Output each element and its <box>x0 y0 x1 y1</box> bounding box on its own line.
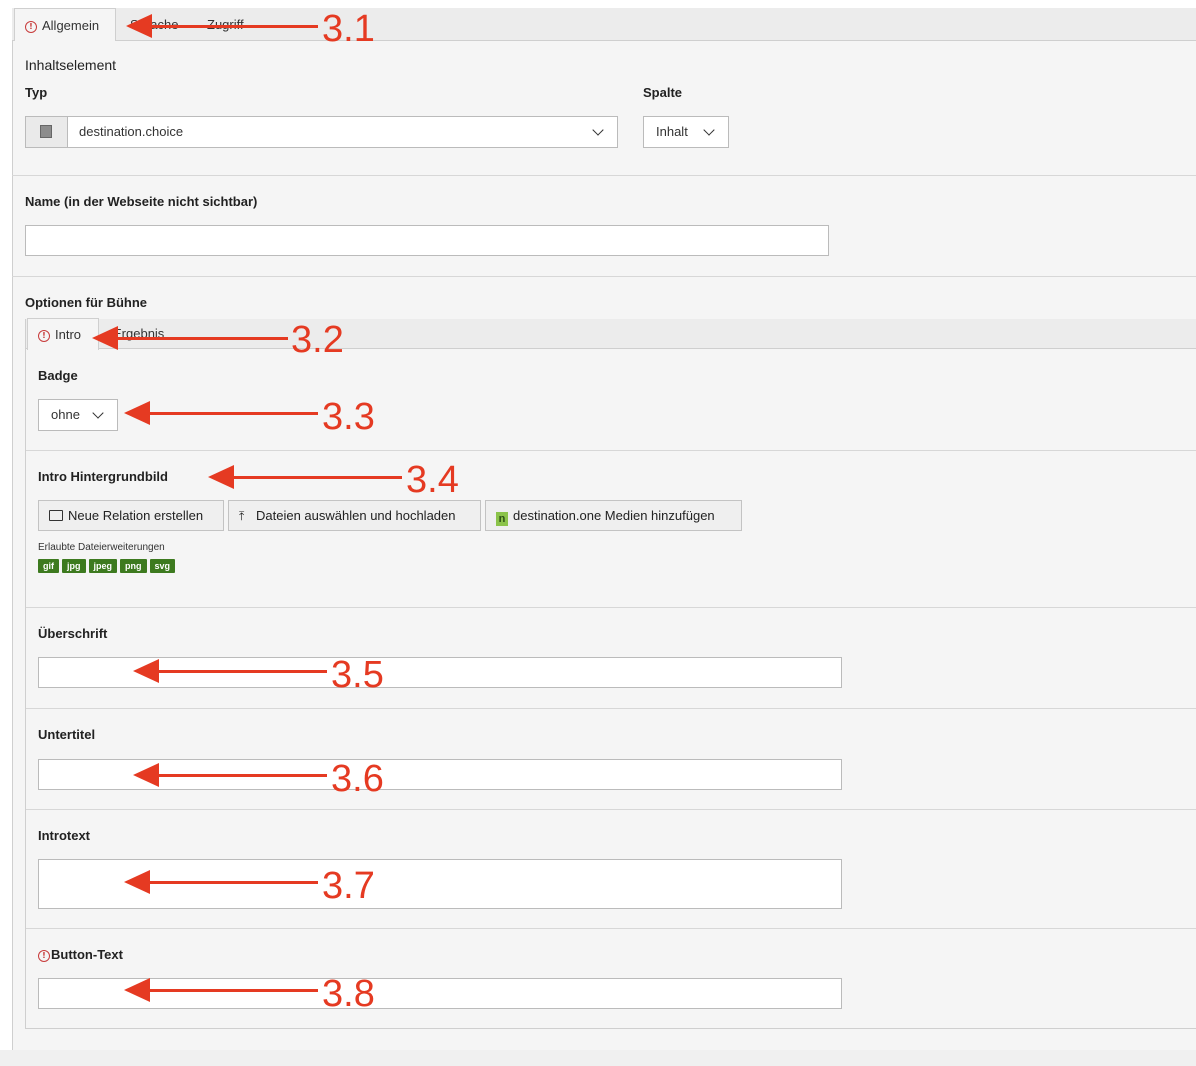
label-text: Button-Text <box>51 947 123 962</box>
divider <box>26 708 1196 709</box>
badge-value: ohne <box>51 407 80 422</box>
extension-badge: jpeg <box>88 559 118 573</box>
options-tabbar <box>25 319 1196 349</box>
warning-icon: ! <box>25 20 37 33</box>
extension-badges: gif jpg jpeg png svg <box>38 557 178 573</box>
arrow-shaft <box>232 476 402 479</box>
arrowhead <box>133 659 159 683</box>
annotation-label: 3.8 <box>322 973 375 1015</box>
extension-badge: svg <box>149 559 176 573</box>
chevron-down-icon <box>592 124 604 136</box>
divider <box>26 607 1196 608</box>
annotation-label: 3.4 <box>406 459 459 501</box>
options-label: Optionen für Bühne <box>25 295 148 310</box>
untertitel-label: Untertitel <box>38 727 96 742</box>
extension-badge: png <box>120 559 147 573</box>
button-text-input[interactable] <box>38 978 842 1009</box>
folder-icon <box>49 510 63 521</box>
spalte-label: Spalte <box>643 85 683 100</box>
allowed-extensions-label: Erlaubte Dateierweiterungen <box>38 542 165 553</box>
new-relation-button[interactable]: Neue Relation erstellen <box>38 500 224 531</box>
arrow-shaft <box>148 412 318 415</box>
upload-files-button[interactable]: ⤒ Dateien auswählen und hochladen <box>228 500 481 531</box>
button-text-label: ! Button-Text <box>38 947 123 962</box>
spalte-select[interactable]: Inhalt <box>643 116 729 148</box>
arrowhead <box>208 465 234 489</box>
ueberschrift-label: Überschrift <box>38 626 108 641</box>
arrowhead <box>133 763 159 787</box>
tab-intro[interactable]: ! Intro <box>27 318 99 350</box>
button-label: Dateien auswählen und hochladen <box>256 508 456 523</box>
warning-icon: ! <box>38 949 50 962</box>
introtext-label: Introtext <box>38 828 90 843</box>
arrowhead <box>126 14 152 38</box>
divider <box>26 809 1196 810</box>
arrow-shaft <box>157 670 327 673</box>
arrow-shaft <box>116 337 288 340</box>
typ-value: destination.choice <box>79 124 184 139</box>
annotation-label: 3.6 <box>331 758 384 800</box>
typ-select[interactable]: destination.choice <box>25 116 618 148</box>
tab-label: Intro <box>55 327 82 342</box>
content-type-icon <box>26 117 68 147</box>
arrowhead <box>124 870 150 894</box>
arrow-shaft <box>148 989 318 992</box>
introtext-textarea[interactable] <box>38 859 842 909</box>
arrow-shaft <box>157 774 327 777</box>
arrowhead <box>124 401 150 425</box>
intro-bg-label: Intro Hintergrundbild <box>38 469 168 484</box>
chevron-down-icon <box>703 124 715 136</box>
button-label: destination.one Medien hinzufügen <box>513 508 715 523</box>
typ-label: Typ <box>25 85 48 100</box>
badge-select[interactable]: ohne <box>38 399 118 431</box>
annotation-label: 3.5 <box>331 654 384 696</box>
divider <box>12 175 1196 176</box>
badge-label: Badge <box>38 368 78 383</box>
name-label: Name (in der Webseite nicht sichtbar) <box>25 194 258 209</box>
tab-label: Allgemein <box>42 18 100 33</box>
tab-allgemein[interactable]: ! Allgemein <box>14 8 116 41</box>
annotation-label: 3.2 <box>291 319 344 361</box>
arrow-shaft <box>148 881 318 884</box>
name-input[interactable] <box>25 225 829 256</box>
divider <box>12 276 1196 277</box>
section-title: Inhaltselement <box>25 57 117 73</box>
spalte-value: Inhalt <box>656 124 688 139</box>
arrowhead <box>124 978 150 1002</box>
chevron-down-icon <box>92 407 104 419</box>
annotation-label: 3.7 <box>322 865 375 907</box>
destination-one-icon: n <box>496 512 508 526</box>
annotation-label: 3.1 <box>322 8 375 50</box>
add-destination-media-button[interactable]: n destination.one Medien hinzufügen <box>485 500 742 531</box>
arrowhead <box>92 326 118 350</box>
warning-icon: ! <box>38 329 50 342</box>
divider <box>26 928 1196 929</box>
annotation-label: 3.3 <box>322 396 375 438</box>
extension-badge: jpg <box>62 559 86 573</box>
button-label: Neue Relation erstellen <box>68 508 204 523</box>
bottom-strip <box>0 1050 1196 1066</box>
upload-icon: ⤒ <box>239 509 245 523</box>
extension-badge: gif <box>38 559 59 573</box>
arrow-shaft <box>150 25 318 28</box>
divider <box>26 450 1196 451</box>
